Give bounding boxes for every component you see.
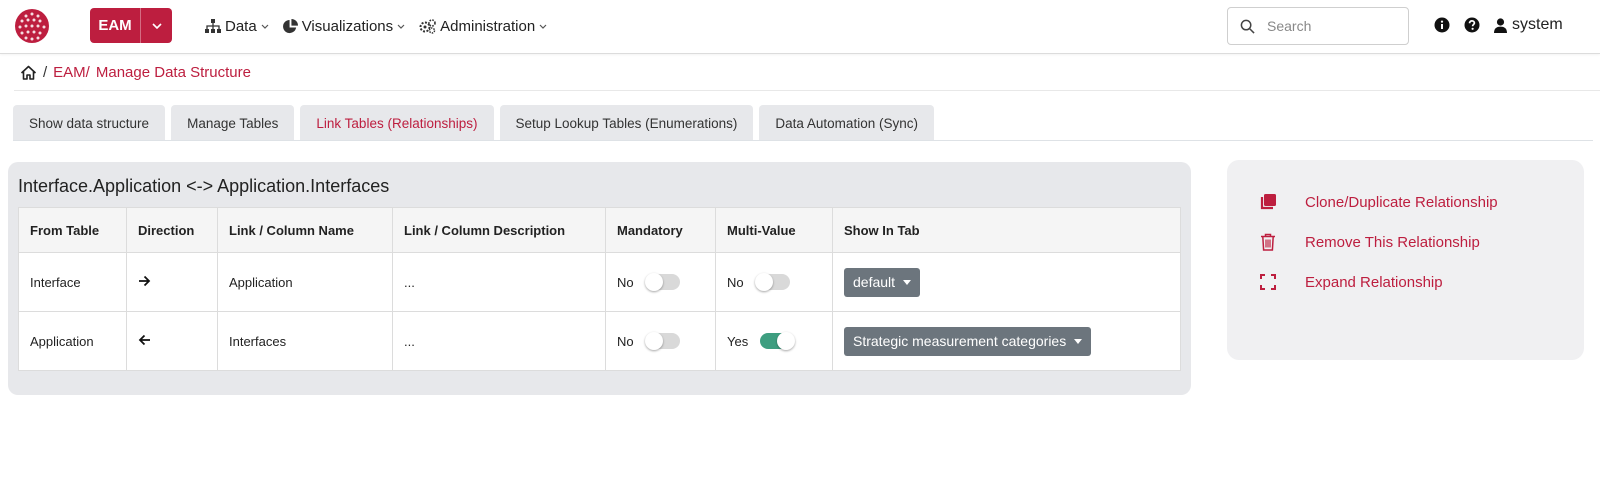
- search-box[interactable]: [1227, 7, 1409, 45]
- mandatory-cell: No: [605, 252, 716, 312]
- caret-down-icon: [903, 279, 912, 285]
- multi-value-label: Yes: [727, 333, 749, 349]
- mandatory-toggle[interactable]: [644, 273, 680, 291]
- logo-globe-icon[interactable]: [14, 8, 50, 44]
- relationship-actions-panel: Clone/Duplicate Relationship Remove This…: [1227, 160, 1584, 360]
- mandatory-label: No: [617, 274, 634, 290]
- gears-icon: [419, 18, 436, 34]
- tab-divider: [13, 140, 1593, 141]
- trash-icon: [1259, 233, 1277, 251]
- chevron-down-icon: [397, 24, 405, 29]
- user-nav: system: [1434, 0, 1563, 50]
- tab-bar: Show data structure Manage Tables Link T…: [13, 105, 934, 141]
- multi-value-toggle[interactable]: [754, 273, 790, 291]
- expand-relationship-label[interactable]: Expand Relationship: [1305, 274, 1443, 291]
- show-in-tab-dropdown[interactable]: default: [844, 267, 921, 297]
- from-table-cell: Interface: [18, 252, 127, 312]
- nav-data[interactable]: Data: [205, 18, 269, 35]
- nav-visualizations[interactable]: Visualizations: [282, 18, 405, 35]
- clone-relationship-action[interactable]: Clone/Duplicate Relationship: [1259, 193, 1498, 211]
- show-in-tab-value[interactable]: default: [853, 274, 895, 290]
- tab-manage-tables[interactable]: Manage Tables: [171, 105, 295, 141]
- clone-relationship-label[interactable]: Clone/Duplicate Relationship: [1305, 194, 1498, 211]
- multi-value-cell: Yes: [715, 311, 833, 371]
- breadcrumb-separator: /: [43, 63, 48, 81]
- table-row: Application Interfaces ... No Yes Strate…: [18, 311, 1181, 371]
- column-header-mandatory: Mandatory: [605, 207, 716, 253]
- tab-data-automation[interactable]: Data Automation (Sync): [759, 105, 934, 141]
- column-header-show-in-tab: Show In Tab: [832, 207, 1181, 253]
- remove-relationship-action[interactable]: Remove This Relationship: [1259, 233, 1480, 251]
- table-row: Interface Application ... No No default: [18, 252, 1181, 312]
- pie-chart-icon: [282, 18, 298, 33]
- column-header-direction: Direction: [126, 207, 218, 253]
- tab-show-data-structure[interactable]: Show data structure: [13, 105, 166, 141]
- help-icon[interactable]: [1464, 17, 1480, 33]
- caret-down-icon: [1074, 338, 1083, 344]
- remove-relationship-label[interactable]: Remove This Relationship: [1305, 234, 1480, 251]
- direction-cell: [126, 252, 218, 312]
- mandatory-label: No: [617, 333, 634, 349]
- show-in-tab-value[interactable]: Strategic measurement categories: [853, 333, 1066, 349]
- column-header-multi-value: Multi-Value: [715, 207, 833, 253]
- home-icon[interactable]: [20, 65, 37, 80]
- nav-data-label[interactable]: Data: [225, 18, 257, 35]
- user-name[interactable]: system: [1512, 16, 1563, 34]
- app-name[interactable]: EAM: [90, 17, 140, 34]
- link-description-cell[interactable]: ...: [392, 311, 606, 371]
- column-header-from-table: From Table: [18, 207, 127, 253]
- divider: [14, 90, 1600, 91]
- nav-visualizations-label[interactable]: Visualizations: [302, 18, 393, 35]
- tab-setup-lookup-tables[interactable]: Setup Lookup Tables (Enumerations): [499, 105, 754, 141]
- multi-value-toggle[interactable]: [760, 332, 796, 350]
- multi-value-label: No: [727, 274, 744, 290]
- show-in-tab-cell: Strategic measurement categories: [832, 311, 1181, 371]
- top-navbar: EAM Data Visualizations Administration S…: [0, 0, 1600, 54]
- chevron-down-icon: [261, 24, 269, 29]
- link-name-cell[interactable]: Interfaces: [217, 311, 393, 371]
- search-input[interactable]: [1267, 18, 1387, 34]
- mandatory-toggle[interactable]: [644, 332, 680, 350]
- left-arrow-icon: [138, 334, 150, 345]
- breadcrumb: / EAM/ Manage Data Structure: [20, 62, 251, 82]
- user-icon: [1494, 17, 1507, 33]
- nav-administration[interactable]: Administration: [419, 18, 547, 35]
- column-header-link-name: Link / Column Name: [217, 207, 393, 253]
- breadcrumb-eam[interactable]: EAM/: [53, 64, 90, 81]
- link-name-cell[interactable]: Application: [217, 252, 393, 312]
- clone-icon: [1259, 193, 1277, 211]
- sitemap-icon: [205, 19, 221, 33]
- relationship-panel: Interface.Application <-> Application.In…: [8, 162, 1191, 395]
- column-header-link-description: Link / Column Description: [392, 207, 606, 253]
- expand-icon: [1259, 273, 1277, 291]
- tab-link-tables[interactable]: Link Tables (Relationships): [300, 105, 494, 141]
- right-arrow-icon: [139, 275, 151, 286]
- app-switcher-button[interactable]: EAM: [90, 8, 172, 43]
- table-header-row: From Table Direction Link / Column Name …: [18, 207, 1181, 253]
- user-menu[interactable]: system: [1494, 16, 1563, 34]
- expand-relationship-action[interactable]: Expand Relationship: [1259, 273, 1443, 291]
- direction-cell: [126, 311, 218, 371]
- relationship-table: From Table Direction Link / Column Name …: [18, 207, 1181, 371]
- nav-administration-label[interactable]: Administration: [440, 18, 535, 35]
- multi-value-cell: No: [715, 252, 833, 312]
- show-in-tab-cell: default: [832, 252, 1181, 312]
- breadcrumb-manage-data-structure[interactable]: Manage Data Structure: [96, 64, 251, 81]
- mandatory-cell: No: [605, 311, 716, 371]
- chevron-down-icon: [539, 24, 547, 29]
- chevron-down-icon[interactable]: [141, 22, 172, 29]
- from-table-cell: Application: [18, 311, 127, 371]
- link-description-cell[interactable]: ...: [392, 252, 606, 312]
- main-nav: Data Visualizations Administration: [205, 0, 547, 52]
- info-icon[interactable]: [1434, 17, 1450, 33]
- show-in-tab-dropdown[interactable]: Strategic measurement categories: [844, 326, 1092, 356]
- relationship-title: Interface.Application <-> Application.In…: [18, 176, 390, 196]
- search-icon: [1240, 19, 1255, 34]
